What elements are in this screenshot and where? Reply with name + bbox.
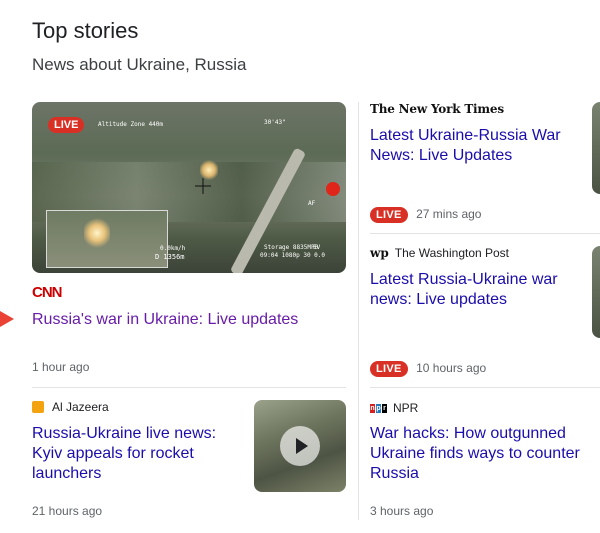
headline-cnn[interactable]: Russia's war in Ukraine: Live updates [32, 310, 342, 330]
headline-nyt[interactable]: Latest Ukraine-Russia War News: Live Upd… [370, 126, 580, 166]
column-divider [358, 102, 359, 520]
npr-logo-letter: p [376, 403, 381, 413]
thumbnail-explosion [200, 160, 218, 180]
hud-ev: EV [313, 244, 321, 251]
hud-coords: 30'43" [264, 119, 286, 126]
timestamp-cnn: 1 hour ago [32, 360, 90, 374]
crosshair-icon [195, 178, 211, 194]
thumbnail-wapo[interactable] [592, 246, 600, 338]
publisher-logo-wapo: wp [370, 246, 389, 260]
npr-logo-letter: r [382, 403, 387, 413]
pointer-arrow-icon [0, 311, 14, 327]
hud-storage: Storage 8835MP0 [264, 244, 319, 251]
publisher-name-npr: NPR [393, 401, 419, 415]
publisher-name-wapo: The Washington Post [394, 246, 510, 260]
hud-distance: D 1356m [155, 253, 185, 261]
headline-npr[interactable]: War hacks: How outgunned Ukraine finds w… [370, 424, 580, 484]
timestamp-nyt: 27 mins ago [416, 207, 482, 221]
row-divider [32, 387, 346, 388]
video-thumbnail[interactable]: LIVE Altitude Zone 440m 30'43" D 1356m 0… [32, 102, 346, 273]
live-badge: LIVE [48, 117, 85, 133]
publisher-name-aljazeera: Al Jazeera [52, 400, 109, 414]
publisher-logo-npr: n p r [370, 403, 387, 413]
publisher-logo-nyt: The New York Times [370, 102, 504, 116]
section-subtitle: News about Ukraine, Russia [32, 55, 247, 74]
row-divider [370, 387, 600, 388]
hud-altitude: Altitude Zone 440m [98, 121, 164, 128]
timestamp-npr: 3 hours ago [370, 504, 434, 518]
timestamp-wapo: 10 hours ago [416, 361, 487, 375]
section-title: Top stories [32, 18, 139, 43]
video-thumbnail-aljazeera[interactable] [254, 400, 346, 492]
hud-speed: 0.0km/h [160, 245, 186, 252]
npr-logo-letter: n [370, 403, 375, 413]
headline-aljazeera[interactable]: Russia-Ukraine live news: Kyiv appeals f… [32, 424, 237, 484]
timestamp-aljazeera: 21 hours ago [32, 504, 103, 518]
row-divider [370, 233, 600, 234]
record-button-icon [326, 182, 340, 196]
thumbnail-inset-explosion [84, 218, 110, 248]
hud-af: AF [308, 200, 316, 207]
play-icon[interactable] [280, 426, 320, 466]
live-badge: LIVE [370, 361, 408, 377]
publisher-logo-aljazeera [32, 401, 44, 413]
live-badge: LIVE [370, 207, 408, 223]
headline-wapo[interactable]: Latest Russia-Ukraine war news: Live upd… [370, 270, 575, 310]
thumbnail-nyt[interactable] [592, 102, 600, 194]
hud-record: 09:04 1080p 30 0.0 [260, 252, 326, 259]
publisher-logo-cnn: CNN [32, 284, 62, 301]
